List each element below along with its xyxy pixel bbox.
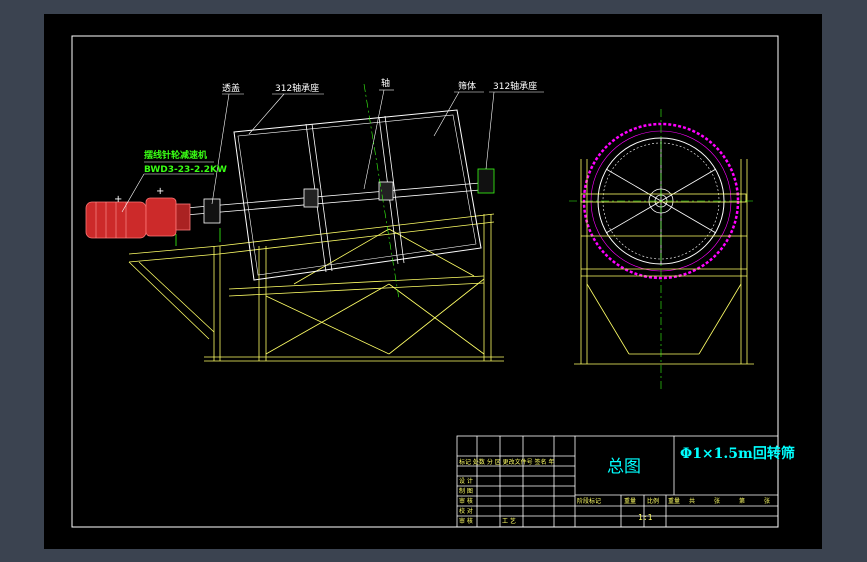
label-bearing-seat-right: 312轴承座 xyxy=(493,80,537,92)
tb-row-2: 制 图 xyxy=(459,487,473,495)
tb-header-1: 阶段标记 xyxy=(577,497,601,505)
tb-header-8: 张 xyxy=(764,497,770,505)
label-reducer-model: BWD3-23-2.2KW xyxy=(144,165,227,175)
title-drawing-name: 总图 xyxy=(607,457,641,477)
title-scale: 1:1 xyxy=(638,513,653,522)
tb-row-3: 审 核 xyxy=(459,497,473,505)
tb-header-3: 比例 xyxy=(647,497,659,505)
tb-header-4: 重量 xyxy=(668,497,680,505)
tb-row-4: 校 对 xyxy=(459,507,473,515)
label-bearing-seat-left: 312轴承座 xyxy=(275,82,319,94)
tb-header-2: 重量 xyxy=(624,497,636,505)
tb-row-1: 设 计 xyxy=(459,477,473,485)
label-layer: 透盖 312轴承座 轴 筛体 312轴承座 摆线针轮减速机 BWD3-23-2.… xyxy=(144,77,795,525)
title-product-name: Φ1×1.5m回转筛 xyxy=(680,445,795,462)
label-shaft: 轴 xyxy=(381,77,390,89)
tb-header-5: 共 xyxy=(689,497,695,505)
cad-viewport[interactable]: + + 透盖 312轴承座 轴 筛体 312轴承座 摆线针轮减速机 BWD3-2… xyxy=(44,14,822,549)
title-unit-line: 标记 处数 分 区 更改文件号 签名 年 xyxy=(459,458,554,466)
tb-row-5: 审 核 xyxy=(459,517,473,525)
label-screen-body: 筛体 xyxy=(458,80,476,92)
tb-header-7: 第 xyxy=(739,497,745,505)
label-reducer-name: 摆线针轮减速机 xyxy=(144,149,207,161)
tb-row-6: 工 艺 xyxy=(502,517,516,525)
tb-header-6: 张 xyxy=(714,497,720,505)
label-cover: 透盖 xyxy=(222,82,240,94)
